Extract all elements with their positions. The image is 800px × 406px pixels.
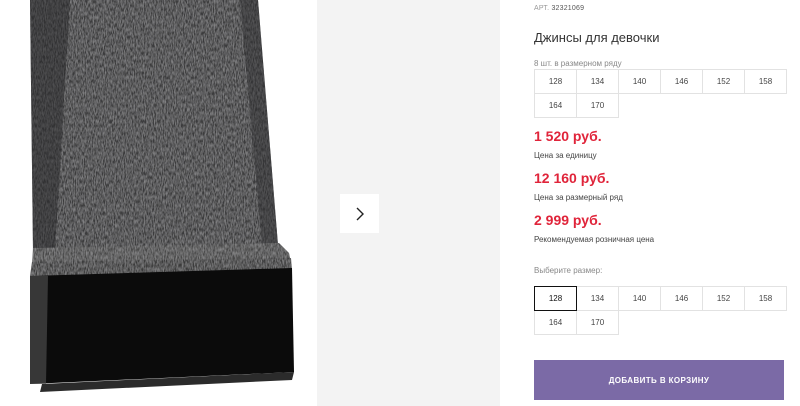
size-row-cell: 146	[660, 69, 703, 94]
size-option[interactable]: 134	[576, 286, 619, 311]
size-option[interactable]: 140	[618, 286, 661, 311]
unit-price-note: Цена за единицу	[534, 151, 597, 160]
row-price-note: Цена за размерный ряд	[534, 193, 623, 202]
size-option[interactable]: 152	[702, 286, 745, 311]
article-number: 32321069	[551, 5, 585, 12]
retail-price-note: Рекомендуемая розничная цена	[534, 235, 655, 244]
size-row-cell: 170	[576, 93, 619, 118]
row-price: 12 160 руб.	[534, 170, 610, 186]
size-row-cell: 128	[534, 69, 577, 94]
size-row-cell: 158	[744, 69, 787, 94]
size-option[interactable]: 146	[660, 286, 703, 311]
size-row-cell: 152	[702, 69, 745, 94]
product-photo[interactable]	[0, 0, 312, 406]
product-title: Джинсы для девочки	[534, 30, 660, 45]
size-row-label: 8 шт. в размерном ряду	[534, 59, 622, 68]
chevron-right-icon	[356, 207, 364, 220]
size-row-cell: 140	[618, 69, 661, 94]
size-option[interactable]: 164	[534, 310, 577, 335]
article-label: АРТ.	[534, 5, 550, 12]
article: АРТ. 32321069	[534, 5, 584, 12]
add-to-cart-button[interactable]: ДОБАВИТЬ В КОРЗИНУ	[534, 360, 784, 400]
next-image-button[interactable]	[340, 194, 379, 233]
jeans-leg-image	[30, 0, 294, 392]
size-option-selected[interactable]: 128	[534, 286, 577, 311]
size-select-label: Выберите размер:	[534, 266, 603, 275]
retail-price: 2 999 руб.	[534, 212, 602, 228]
size-row-cell: 164	[534, 93, 577, 118]
unit-price: 1 520 руб.	[534, 128, 602, 144]
size-option[interactable]: 170	[576, 310, 619, 335]
size-row-cell: 134	[576, 69, 619, 94]
size-option[interactable]: 158	[744, 286, 787, 311]
